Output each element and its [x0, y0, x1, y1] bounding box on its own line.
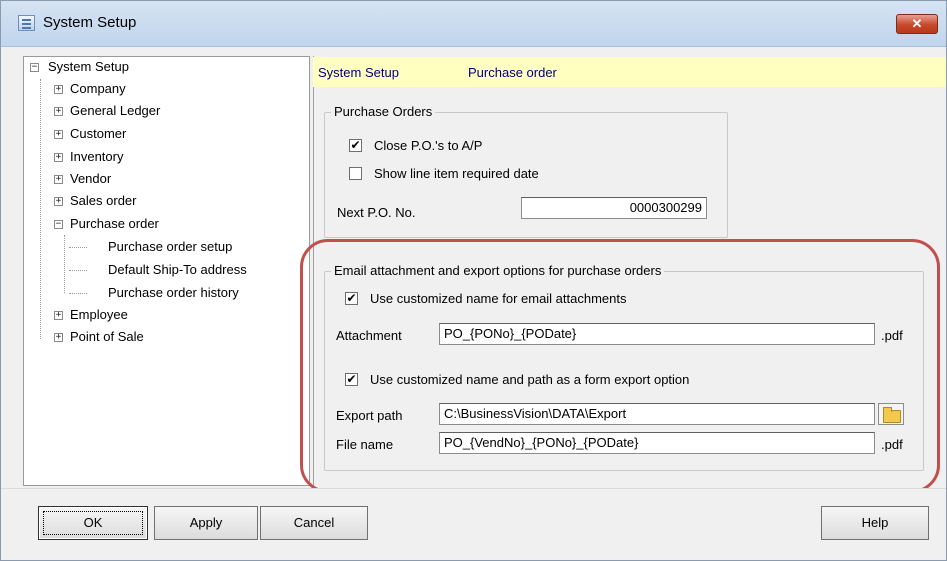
expand-icon[interactable]: +: [54, 197, 63, 206]
expand-icon[interactable]: +: [54, 107, 63, 116]
expand-icon[interactable]: +: [54, 85, 63, 94]
close-button[interactable]: ✕: [896, 14, 938, 34]
attachment-field[interactable]: PO_{PONo}_{PODate}: [439, 323, 875, 345]
navigation-tree[interactable]: − System Setup + Company + General Ledge…: [23, 56, 310, 486]
tree-item-label: Purchase order setup: [108, 239, 233, 254]
export-path-label: Export path: [336, 408, 403, 423]
collapse-icon[interactable]: −: [30, 63, 39, 72]
tree-item-label: Customer: [70, 126, 127, 141]
attachment-label: Attachment: [336, 328, 402, 343]
focus-rectangle: [43, 511, 143, 535]
title-bar[interactable]: System Setup ✕: [1, 1, 946, 47]
expand-icon[interactable]: +: [54, 130, 63, 139]
page-header: System Setup Purchase order: [313, 57, 946, 87]
show-line-date-label: Show line item required date: [374, 166, 539, 181]
tree-item-label: Purchase order history: [108, 285, 239, 300]
tree-item-label: Point of Sale: [70, 329, 144, 344]
tree-item-label: Purchase order: [70, 216, 159, 231]
tree-item-label: Default Ship-To address: [108, 262, 247, 277]
tree-item-purchase-order-setup[interactable]: Purchase order setup: [108, 237, 232, 257]
close-po-label: Close P.O.'s to A/P: [374, 138, 483, 153]
help-button[interactable]: Help: [821, 506, 929, 540]
cancel-button-label: Cancel: [293, 515, 335, 530]
next-po-label: Next P.O. No.: [337, 205, 416, 220]
breadcrumb-page: Purchase order: [468, 65, 557, 80]
export-path-field[interactable]: C:\BusinessVision\DATA\Export: [439, 403, 875, 425]
tree-item-label: General Ledger: [70, 103, 161, 118]
window-title: System Setup: [43, 14, 137, 31]
cancel-button[interactable]: Cancel: [260, 506, 368, 540]
expand-icon[interactable]: +: [54, 311, 63, 320]
tree-item-label: Company: [70, 81, 126, 96]
expand-icon[interactable]: +: [54, 153, 63, 162]
custom-email-name-checkbox[interactable]: ✔: [345, 292, 358, 305]
expand-icon[interactable]: +: [54, 333, 63, 342]
file-name-label: File name: [336, 437, 394, 452]
custom-export-checkbox[interactable]: ✔: [345, 373, 358, 386]
tree-connector: [64, 235, 65, 293]
apply-button-label: Apply: [189, 515, 223, 530]
close-po-checkbox[interactable]: ✔: [349, 139, 362, 152]
custom-export-label: Use customized name and path as a form e…: [370, 372, 690, 387]
tree-item-label: Employee: [70, 307, 128, 322]
tree-item-label: Sales order: [70, 193, 137, 208]
next-po-field[interactable]: 0000300299: [521, 197, 707, 219]
tree-item-label: Inventory: [70, 149, 124, 164]
tree-item-label: Vendor: [70, 171, 112, 186]
file-name-extension: .pdf: [881, 437, 903, 452]
tree-connector: [40, 79, 41, 339]
show-line-date-checkbox[interactable]: [349, 167, 362, 180]
tree-item-label: System Setup: [48, 59, 129, 74]
system-setup-window: System Setup ✕ − System Setup + Company …: [0, 0, 947, 561]
tree-connector: [69, 270, 87, 271]
file-name-field[interactable]: PO_{VendNo}_{PONo}_{PODate}: [439, 432, 875, 454]
expand-icon[interactable]: +: [54, 175, 63, 184]
tree-item-purchase-order-history[interactable]: Purchase order history: [108, 283, 239, 303]
apply-button[interactable]: Apply: [154, 506, 258, 540]
custom-email-name-label: Use customized name for email attachment…: [370, 291, 627, 306]
close-icon: ✕: [911, 16, 923, 31]
help-button-label: Help: [861, 515, 889, 530]
breadcrumb-section: System Setup: [318, 65, 399, 80]
tree-item-default-ship-to-address[interactable]: Default Ship-To address: [108, 260, 247, 280]
system-setup-icon: [18, 15, 35, 31]
group-title: Email attachment and export options for …: [331, 263, 665, 278]
folder-icon[interactable]: [878, 403, 904, 425]
group-title: Purchase Orders: [331, 104, 436, 119]
attachment-extension: .pdf: [881, 328, 903, 343]
tree-connector: [69, 293, 87, 294]
tree-connector: [69, 247, 87, 248]
ok-button[interactable]: OK: [38, 506, 148, 540]
collapse-icon[interactable]: −: [54, 220, 63, 229]
